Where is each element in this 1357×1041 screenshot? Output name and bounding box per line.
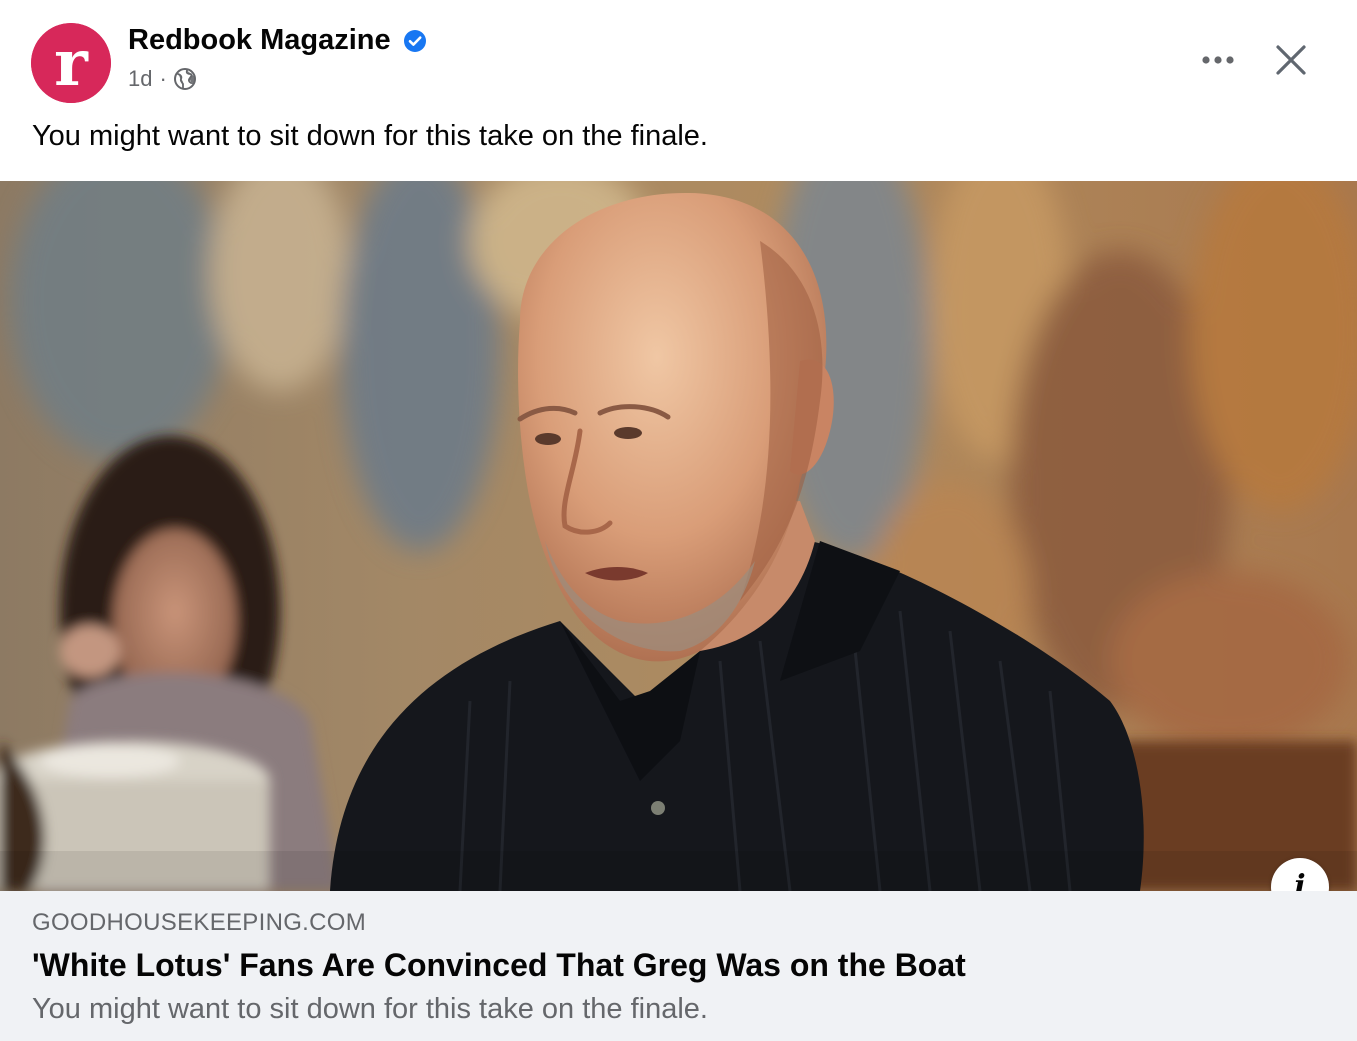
page-name[interactable]: Redbook Magazine	[128, 24, 391, 57]
post-time[interactable]: 1d	[128, 66, 152, 92]
link-description: You might want to sit down for this take…	[32, 993, 708, 1025]
meta-separator: ·	[159, 66, 167, 91]
page-avatar[interactable]: r	[31, 23, 111, 103]
svg-text:r: r	[54, 26, 89, 101]
redbook-logo-icon: r	[31, 23, 111, 103]
preview-photo	[0, 181, 1357, 891]
post-header: r Redbook Magazine 1d ·	[0, 0, 1357, 118]
verified-badge-icon	[403, 29, 426, 52]
link-domain: GOODHOUSEKEEPING.COM	[32, 909, 367, 936]
more-options-button[interactable]	[1196, 40, 1240, 80]
globe-icon[interactable]	[173, 67, 197, 91]
link-preview-card[interactable]: GOODHOUSEKEEPING.COM 'White Lotus' Fans …	[0, 891, 1357, 1041]
ellipsis-icon	[1202, 56, 1234, 64]
close-button[interactable]	[1266, 35, 1316, 85]
post-meta: 1d ·	[128, 66, 197, 92]
post-caption: You might want to sit down for this take…	[32, 120, 708, 152]
facebook-post: r Redbook Magazine 1d · You might want t…	[0, 0, 1357, 1041]
close-icon	[1276, 45, 1306, 75]
page-name-link[interactable]: Redbook Magazine	[128, 24, 427, 57]
link-title[interactable]: 'White Lotus' Fans Are Convinced That Gr…	[32, 947, 966, 984]
link-preview-image[interactable]: i	[0, 181, 1357, 891]
info-icon: i	[1294, 869, 1306, 892]
